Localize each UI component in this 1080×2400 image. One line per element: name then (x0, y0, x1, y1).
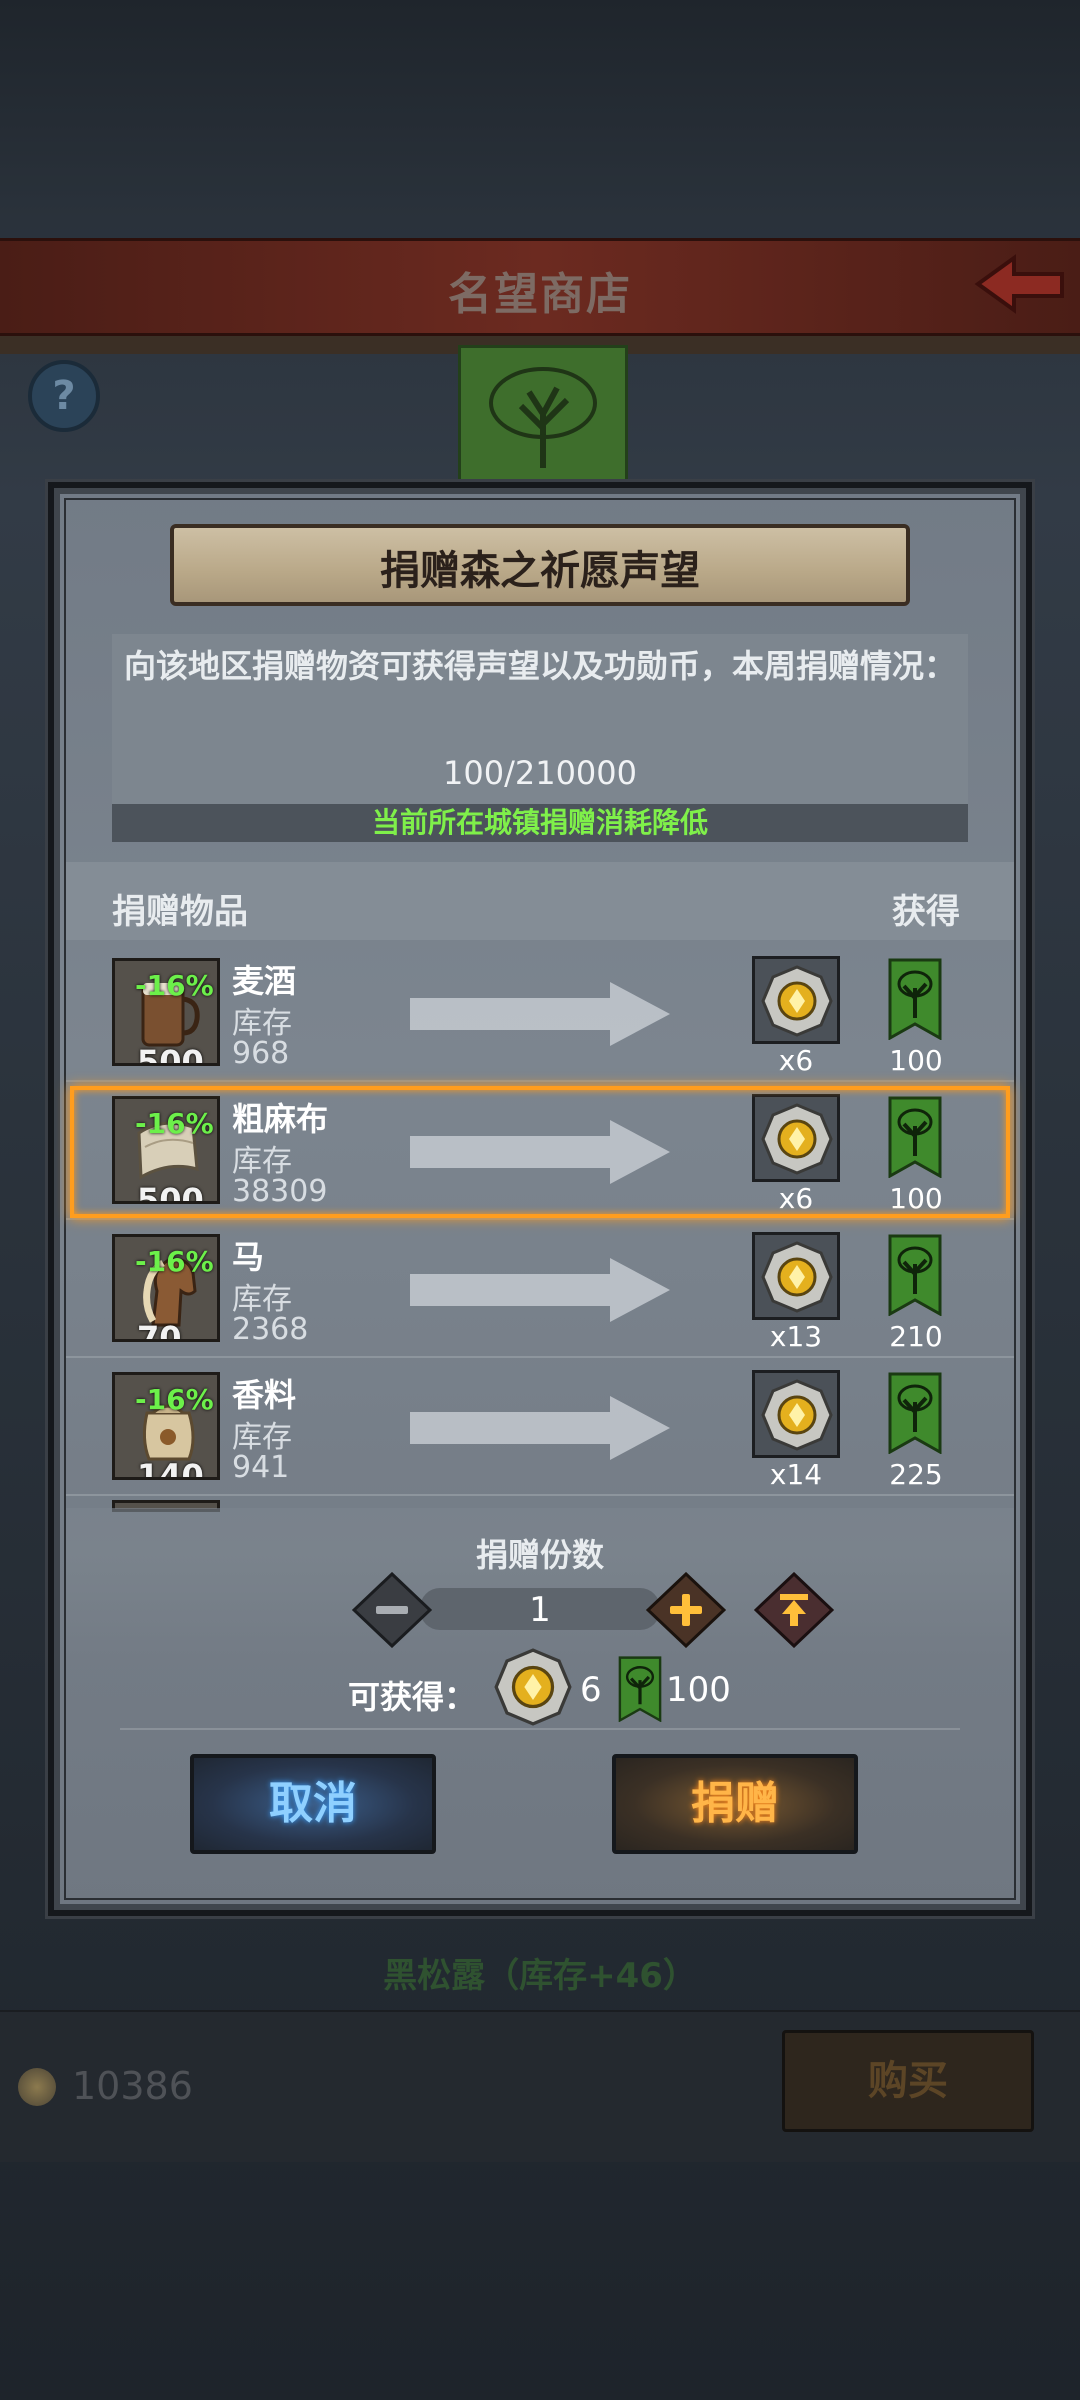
stock-count: 968 (232, 1036, 290, 1071)
cancel-button[interactable]: 取消 (190, 1754, 436, 1854)
merit-coin-box (752, 1232, 840, 1320)
arrow-right-icon (410, 982, 670, 1046)
tree-emblem-icon (489, 367, 597, 468)
divider (120, 1728, 960, 1730)
donation-count-value: 1 (529, 1590, 551, 1630)
reward-coin: x14 (769, 1458, 823, 1491)
spice-sack-icon: -16% 140 (112, 1372, 220, 1480)
reputation-banner-icon (888, 1372, 942, 1454)
donation-row[interactable]: -16% 500 麦酒 库存 968 x6 100 (66, 944, 1014, 1082)
merit-coin-icon (761, 1379, 833, 1451)
merit-coin-box (752, 1370, 840, 1458)
item-discount: -16% (135, 1383, 214, 1416)
donation-row[interactable]: -16% 140 香料 库存 941 x14 225 (66, 1358, 1014, 1496)
buy-button[interactable]: 购买 (782, 2030, 1034, 2132)
arrow-right-icon (410, 1258, 670, 1322)
ale-mug-icon: -16% 500 (112, 958, 220, 1066)
column-header-gain: 获得 (892, 892, 960, 932)
minus-icon (376, 1606, 408, 1614)
merit-coin-icon (494, 1648, 572, 1726)
stock-count: 941 (232, 1450, 290, 1485)
row-divider (66, 1494, 1014, 1496)
coin-icon (18, 2068, 56, 2106)
help-icon[interactable]: ? (28, 360, 100, 432)
donation-row[interactable]: -16% 70 马 库存 2368 x13 210 (66, 1220, 1014, 1358)
item-discount: -16% (135, 969, 214, 1002)
obtainable-label: 可获得： (348, 1678, 477, 1716)
reputation-banner-icon (888, 958, 942, 1040)
weekly-progress: 100/210000 (442, 754, 637, 792)
obtainable-coin: 6 (580, 1670, 602, 1710)
back-arrow-icon[interactable] (970, 250, 1070, 320)
reward-fame: 210 (889, 1320, 943, 1353)
reward-fame: 100 (889, 1044, 943, 1077)
reward-fame: 225 (889, 1458, 943, 1491)
donate-button[interactable]: 捐赠 (612, 1754, 858, 1854)
bg-banner-icon (458, 345, 628, 501)
dialog-title: 捐赠森之祈愿声望 (380, 548, 700, 594)
merit-coin-box (752, 956, 840, 1044)
decrease-button[interactable] (352, 1572, 432, 1648)
column-header-item: 捐赠物品 (112, 892, 248, 932)
item-name: 麦酒 (232, 962, 297, 1000)
increase-button[interactable] (646, 1572, 726, 1648)
item-quantity: 70 (137, 1319, 182, 1342)
shop-title: 名望商店 (448, 269, 632, 320)
item-quantity: 140 (137, 1457, 204, 1480)
reward-coin: x13 (769, 1320, 823, 1353)
reputation-banner-icon (888, 1234, 942, 1316)
item-name: 香料 (232, 1376, 297, 1414)
horse-icon: -16% 70 (112, 1234, 220, 1342)
max-button[interactable] (754, 1572, 834, 1648)
info-text: 向该地区捐赠物资可获得声望以及功勋币，本周捐赠情况： (123, 647, 956, 685)
item-discount: -16% (135, 1245, 214, 1278)
item-name: 马 (232, 1238, 265, 1276)
arrow-right-icon (410, 1396, 670, 1460)
discount-notice: 当前所在城镇捐赠消耗降低 (371, 806, 708, 839)
bg-item-name: 黑松露（库存+46） (383, 1956, 697, 1996)
coin-count: 10386 (72, 2064, 193, 2108)
obtainable-fame: 100 (666, 1670, 731, 1710)
donation-count-label: 捐赠份数 (475, 1536, 604, 1574)
reputation-banner-icon (618, 1656, 662, 1722)
stock-count: 2368 (232, 1312, 309, 1347)
merit-coin-icon (761, 1241, 833, 1313)
selected-row-highlight (70, 1086, 1010, 1218)
item-quantity: 500 (137, 1043, 204, 1066)
max-arrow-icon (780, 1594, 808, 1600)
merit-coin-icon (761, 965, 833, 1037)
reward-coin: x6 (778, 1044, 814, 1077)
